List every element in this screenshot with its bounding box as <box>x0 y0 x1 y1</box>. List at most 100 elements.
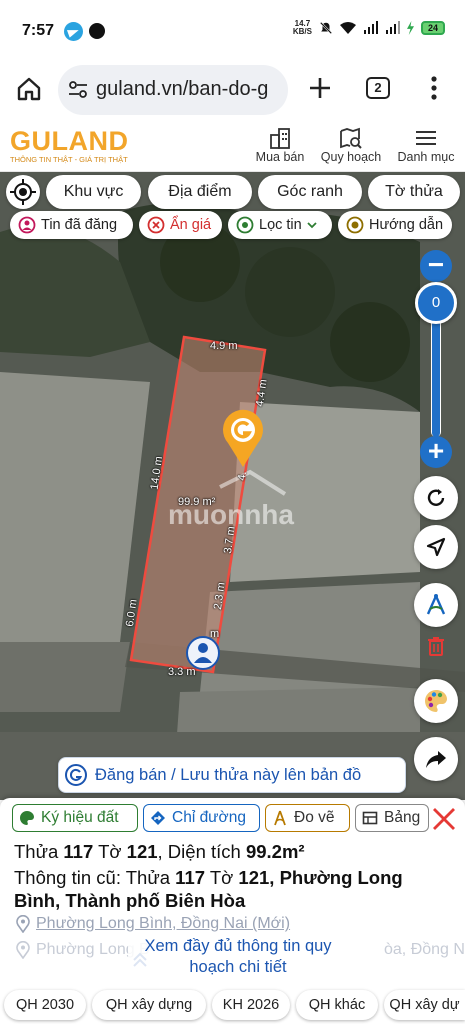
zoom-in-button[interactable]: + <box>420 436 452 468</box>
table-icon <box>362 811 378 825</box>
filter-label: Hướng dẫn <box>369 217 444 233</box>
text: Tờ <box>93 841 127 862</box>
nav-label: Danh mục <box>397 150 455 164</box>
chip-do-ve[interactable]: Đo vẽ <box>265 804 350 832</box>
text: , Diện tích <box>157 841 246 862</box>
filter-an-gia[interactable]: Ẩn giá <box>139 211 222 239</box>
measure-tool-button[interactable] <box>414 583 458 627</box>
hamburger-icon <box>416 131 436 145</box>
chip-qh-2030[interactable]: QH 2030 <box>4 990 86 1020</box>
chip-label: Đo vẽ <box>294 809 335 826</box>
address-new-text: Phường Long Bình, Đồng Nai (Mới) <box>36 915 291 932</box>
sheet-number: 121 <box>126 841 158 862</box>
filter-label: Lọc tin <box>259 217 302 233</box>
browser-toolbar: guland.vn/ban-do-g 2 <box>0 62 465 120</box>
edge-label: 4. <box>236 470 250 482</box>
refresh-icon <box>427 489 445 506</box>
buildings-icon <box>270 128 290 149</box>
navigate-button[interactable] <box>414 525 458 569</box>
parcel-area-label: 99.9 m² <box>178 496 216 508</box>
hide-price-icon <box>147 216 165 234</box>
network-speed: 14.7 KB/S <box>293 20 312 36</box>
see-full-info-link[interactable]: Xem đầy đủ thông tin quy hoạch chi tiết <box>128 936 348 978</box>
telegram-icon <box>64 22 83 41</box>
street-view-person-icon[interactable] <box>185 635 221 671</box>
site-header: GULAND THÔNG TIN THẬT - GIÁ TRỊ THẬT Mua… <box>0 120 465 172</box>
location-pin-icon <box>16 941 30 959</box>
nav-mua-ban[interactable]: Mua bán <box>252 126 308 164</box>
nav-danh-muc[interactable]: Danh mục <box>394 126 458 164</box>
parcel-summary: Thửa 117 Tờ 121, Diện tích 99.2m² <box>14 841 305 863</box>
chip-kh-2026[interactable]: KH 2026 <box>212 990 290 1020</box>
tab-to-thua[interactable]: Tờ thửa <box>368 175 460 209</box>
guide-icon <box>346 216 364 234</box>
map-search-icon <box>340 127 362 149</box>
address-old-text-end: òa, Đồng Nai <box>384 941 465 958</box>
old-sheet-number: 121 <box>238 867 270 888</box>
posted-icon <box>18 216 36 234</box>
tab-dia-diem[interactable]: Địa điểm <box>148 175 252 209</box>
site-settings-icon[interactable] <box>68 81 88 99</box>
more-options-icon[interactable] <box>428 74 440 102</box>
parcel-number: 117 <box>63 841 94 862</box>
network-speed-unit: KB/S <box>292 27 312 36</box>
tab-goc-ranh[interactable]: Góc ranh <box>258 175 362 209</box>
guland-logo[interactable]: GULAND THÔNG TIN THẬT - GIÁ TRỊ THẬT <box>10 126 129 164</box>
close-icon[interactable] <box>431 806 457 832</box>
satellite-map[interactable]: muonnha Khu vực Địa điểm Góc ranh Tờ thử… <box>0 172 465 800</box>
old-parcel-number: 117 <box>175 867 206 888</box>
chip-qh-xay-dung-2[interactable]: QH xây dự <box>384 990 465 1020</box>
tab-khu-vuc[interactable]: Khu vực <box>46 175 141 209</box>
compass-measure-icon <box>426 594 446 615</box>
text: Tờ <box>205 867 239 888</box>
measure-icon <box>274 810 286 826</box>
text: Thông tin cũ: Thửa <box>14 867 176 888</box>
status-bar: 7:57 14.7 KB/S 24 <box>0 0 465 62</box>
logo-tagline: THÔNG TIN THẬT - GIÁ TRỊ THẬT <box>10 155 128 164</box>
filter-tin-da-dang[interactable]: Tin đã đăng <box>10 211 133 239</box>
location-pin-icon <box>16 915 30 933</box>
signal-5g-icon <box>386 21 400 34</box>
wifi-icon <box>340 22 356 34</box>
chip-qh-xay-dung[interactable]: QH xây dựng <box>92 990 206 1020</box>
chip-qh-khac[interactable]: QH khác <box>296 990 378 1020</box>
refresh-button[interactable] <box>414 476 458 520</box>
zoom-out-button[interactable]: − <box>420 250 452 282</box>
map-layers-button[interactable] <box>414 679 458 723</box>
navigation-arrow-icon <box>426 537 446 557</box>
zoom-slider-knob[interactable]: 0 <box>415 282 457 324</box>
charging-icon <box>407 21 414 35</box>
guland-location-pin-icon[interactable] <box>218 405 268 469</box>
chip-label: Bảng <box>384 809 421 826</box>
parcel-area: 99.2m² <box>245 841 305 862</box>
mute-bell-icon <box>319 21 333 35</box>
new-tab-icon[interactable] <box>306 74 334 102</box>
post-listing-label: Đăng bán / Lưu thửa này lên bản đồ <box>95 765 362 784</box>
filter-loc-tin[interactable]: Lọc tin <box>228 211 332 239</box>
filter-huong-dan[interactable]: Hướng dẫn <box>338 211 452 239</box>
crosshair-icon <box>10 179 36 205</box>
chip-bang[interactable]: Bảng <box>355 804 429 832</box>
chip-ky-hieu-dat[interactable]: Ký hiệu đất <box>12 804 138 832</box>
share-button[interactable] <box>414 737 458 781</box>
post-listing-button[interactable]: Đăng bán / Lưu thửa này lên bản đồ <box>58 757 406 793</box>
tab-switcher-button[interactable]: 2 <box>366 77 390 99</box>
home-icon[interactable] <box>16 76 42 102</box>
directions-icon <box>151 811 165 825</box>
address-bar[interactable]: guland.vn/ban-do-g <box>58 65 288 115</box>
planning-layer-chips: QH 2030 QH xây dựng KH 2026 QH khác QH x… <box>0 988 465 1024</box>
chevron-down-icon <box>307 222 317 229</box>
share-arrow-icon <box>426 751 446 768</box>
delete-drawing-button[interactable] <box>414 624 458 668</box>
locate-me-button[interactable] <box>6 175 40 209</box>
trash-icon <box>428 637 444 656</box>
chip-label: Chỉ đường <box>172 809 246 826</box>
chip-chi-duong[interactable]: Chỉ đường <box>143 804 260 832</box>
nav-quy-hoach[interactable]: Quy hoạch <box>318 126 384 164</box>
signal-4g-icon <box>364 21 378 34</box>
palette-icon <box>425 690 448 712</box>
palette-icon <box>20 811 34 825</box>
filter-label: Tin đã đăng <box>41 217 118 233</box>
address-new-link[interactable]: Phường Long Bình, Đồng Nai (Mới) <box>16 915 290 933</box>
filter-label: Ẩn giá <box>170 217 212 233</box>
